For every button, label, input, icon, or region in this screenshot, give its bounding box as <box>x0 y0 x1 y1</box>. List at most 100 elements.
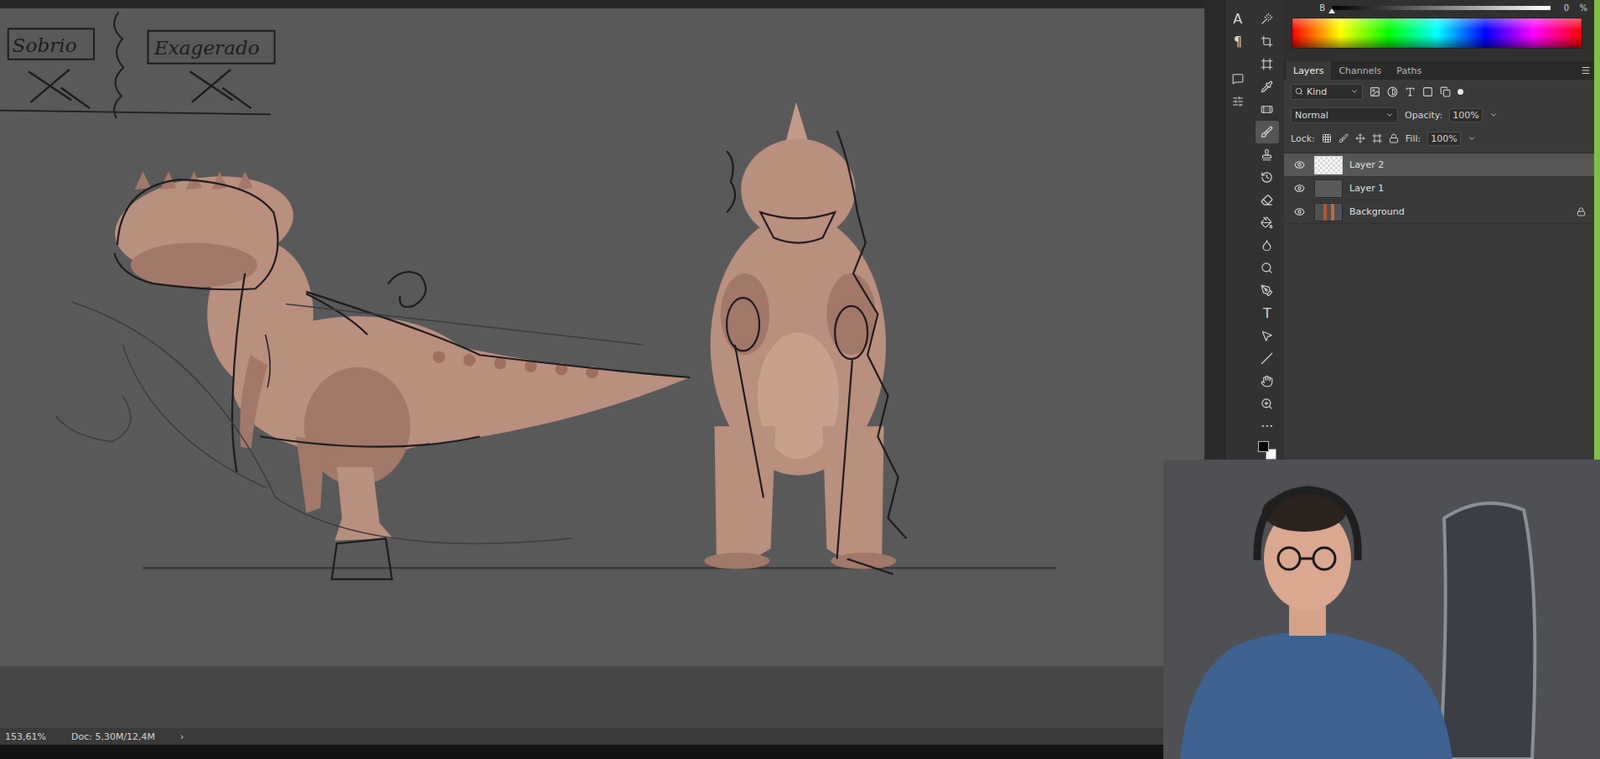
panel-tab[interactable]: Layers <box>1285 61 1331 80</box>
tool-button[interactable] <box>1255 30 1279 53</box>
layer-name[interactable]: Layer 2 <box>1349 159 1570 171</box>
tool-icon <box>1260 57 1274 71</box>
lock-option-icon <box>1372 133 1383 144</box>
lock-button[interactable] <box>1388 133 1399 144</box>
tool-button[interactable] <box>1255 98 1279 121</box>
layer-name[interactable]: Layer 1 <box>1349 182 1570 194</box>
tool-button[interactable] <box>1255 256 1279 280</box>
visibility-toggle[interactable] <box>1294 182 1308 194</box>
tool-button[interactable] <box>1255 324 1279 347</box>
chevron-icon <box>1350 87 1359 96</box>
filter-button[interactable] <box>1422 86 1434 98</box>
layer-name[interactable]: Background <box>1349 206 1570 218</box>
layer-lock <box>1576 207 1586 217</box>
tool-icon <box>1260 193 1274 207</box>
lock-option-icon <box>1388 133 1399 144</box>
layer-list: Layer 2 Layer 1 Background <box>1284 152 1595 224</box>
tool-button[interactable] <box>1255 7 1279 31</box>
tool-button[interactable] <box>1255 52 1279 76</box>
channel-value[interactable]: 0 <box>1557 3 1569 13</box>
sketch-artwork[interactable]: Sobrio Exagerado <box>0 8 1205 666</box>
tool-button[interactable] <box>1255 120 1279 144</box>
fill-label: Fill: <box>1405 133 1421 145</box>
color-spectrum[interactable] <box>1291 17 1583 49</box>
tool-button[interactable] <box>1255 75 1279 99</box>
zoom-level[interactable]: 153,61% <box>5 730 47 742</box>
shirt <box>1180 631 1453 759</box>
visibility-toggle[interactable] <box>1294 206 1308 218</box>
filter-button[interactable] <box>1439 86 1451 98</box>
handwritten-label: Sobrio <box>8 28 94 109</box>
tool-button[interactable] <box>1226 89 1250 113</box>
blend-mode-dropdown[interactable]: Normal <box>1290 107 1399 124</box>
tool-button[interactable] <box>1226 67 1250 90</box>
webcam-overlay <box>1163 459 1600 759</box>
foreground-swatch[interactable] <box>1258 440 1269 452</box>
filter-icon <box>1439 86 1451 98</box>
channel-label: B <box>1291 3 1326 13</box>
tool-button[interactable] <box>1255 392 1279 415</box>
panel-tab[interactable]: Channels <box>1330 61 1389 80</box>
tool-icon <box>1260 216 1274 229</box>
fill-dropdown[interactable] <box>1467 134 1476 143</box>
photoshop-window: SobrioExagerado153,61%Doc: 5,30M/12,4M›A… <box>0 0 1600 759</box>
color-slider-row: B 0% <box>1291 1 1588 14</box>
tool-button[interactable] <box>1255 143 1279 166</box>
panel-menu[interactable] <box>1577 61 1595 80</box>
tool-button[interactable]: ··· <box>1255 414 1279 438</box>
layer-row[interactable]: Layer 1 <box>1284 176 1595 201</box>
filter-icon <box>1369 86 1381 98</box>
lock-icon <box>1576 207 1586 217</box>
tool-button[interactable]: ¶ <box>1226 30 1250 53</box>
header-underline <box>0 110 271 115</box>
lock-button[interactable] <box>1372 133 1383 144</box>
cross-mark <box>190 69 252 109</box>
eye-icon <box>1294 159 1305 171</box>
tool-button[interactable] <box>1255 211 1279 234</box>
motion-arcs <box>56 301 643 544</box>
lock-button[interactable] <box>1338 133 1349 144</box>
tool-button[interactable] <box>1255 279 1279 302</box>
opacity-dropdown[interactable] <box>1489 110 1498 120</box>
tool-icon <box>1260 103 1274 116</box>
filter-toggle[interactable] <box>1457 88 1464 95</box>
handwritten-label: Exagerado <box>148 31 275 109</box>
lock-button[interactable] <box>1321 133 1332 144</box>
tool-button[interactable] <box>1255 165 1279 189</box>
filter-dropdown[interactable]: Kind <box>1290 83 1363 100</box>
layer-row[interactable]: Layer 2 <box>1284 153 1595 177</box>
tool-icon <box>1260 352 1274 365</box>
channel-unit: % <box>1575 3 1588 13</box>
color-slider[interactable] <box>1331 5 1551 11</box>
filter-button[interactable] <box>1369 86 1381 98</box>
filter-row: Kind <box>1284 79 1595 104</box>
tool-button[interactable] <box>1255 346 1279 370</box>
opacity-field[interactable]: 100% <box>1449 108 1482 123</box>
tool-button[interactable] <box>1255 369 1279 393</box>
tool-button[interactable] <box>1255 233 1279 257</box>
chevron-icon <box>1385 110 1394 120</box>
tool-button[interactable] <box>1255 188 1279 212</box>
bottom-strip <box>0 744 1205 759</box>
tool-icon <box>1260 329 1274 342</box>
fill-field[interactable]: 100% <box>1427 131 1461 146</box>
color-swatches[interactable] <box>1258 440 1277 460</box>
filter-button[interactable] <box>1404 86 1416 98</box>
opacity-label: Opacity: <box>1404 109 1443 121</box>
tool-icon <box>1260 284 1274 297</box>
slider-thumb[interactable] <box>1328 8 1336 14</box>
lock-row: Lock:Fill:100% <box>1284 126 1595 151</box>
layer-row[interactable]: Background <box>1284 200 1595 224</box>
tool-button[interactable]: T <box>1255 301 1279 325</box>
headphones <box>1257 489 1358 560</box>
visibility-toggle[interactable] <box>1294 159 1308 171</box>
status-menu-arrow[interactable]: › <box>180 730 184 742</box>
document-area: SobrioExagerado153,61%Doc: 5,30M/12,4M› <box>0 0 1205 759</box>
tool-icon <box>1260 170 1274 184</box>
filter-button[interactable] <box>1387 86 1399 98</box>
canvas[interactable]: Sobrio Exagerado <box>0 8 1205 666</box>
lock-button[interactable] <box>1355 133 1366 144</box>
tool-icon <box>1260 238 1274 252</box>
tool-button[interactable]: A <box>1226 7 1250 31</box>
panel-tab[interactable]: Paths <box>1388 61 1430 80</box>
